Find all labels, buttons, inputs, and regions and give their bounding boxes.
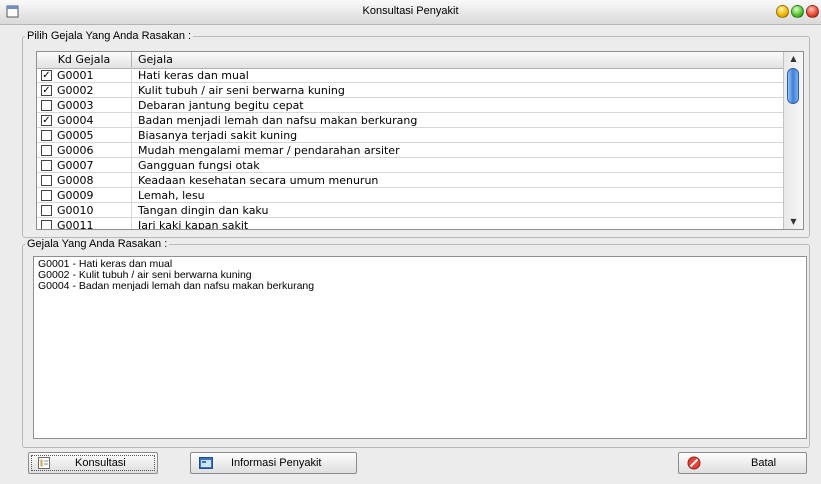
gejala-text: Tangan dingin dan kaku (138, 204, 269, 217)
gejala-text: Jari kaki kapan sakit (138, 219, 249, 230)
kd-gejala-cell: ✓ G0002 (37, 83, 132, 98)
scroll-down-arrow-icon[interactable]: ▼ (784, 215, 803, 229)
window-title: Konsultasi Penyakit (362, 5, 459, 17)
kd-gejala-text: G0007 (57, 159, 94, 172)
clipboard-icon (38, 457, 50, 469)
gejala-text: Debaran jantung begitu cepat (138, 99, 304, 112)
vertical-scrollbar[interactable]: ▲ ▼ (783, 52, 803, 229)
symptom-checkbox[interactable] (41, 160, 52, 171)
table-row[interactable]: G0003 Debaran jantung begitu cepat (37, 98, 785, 113)
gejala-text: Mudah mengalami memar / pendarahan arsit… (138, 144, 400, 157)
gejala-text: Hati keras dan mual (138, 69, 249, 82)
cancel-icon (687, 456, 701, 470)
table-header: Kd Gejala Gejala (37, 52, 785, 69)
symptom-table: Kd Gejala Gejala ✓ G0001 Hati keras dan mu… (36, 51, 804, 230)
symptom-checkbox[interactable] (41, 220, 52, 229)
gejala-text: Lemah, lesu (138, 189, 205, 202)
table-row[interactable]: G0008 Keadaan kesehatan secara umum menur… (37, 173, 785, 188)
table-row[interactable]: G0009 Lemah, lesu (37, 188, 785, 203)
batal-label: Batal (751, 457, 777, 469)
gejala-text: Biasanya terjadi sakit kuning (138, 129, 298, 142)
info-window-icon (199, 457, 213, 469)
gejala-text: Kulit tubuh / air seni berwarna kuning (138, 84, 345, 97)
symptom-checkbox[interactable] (41, 100, 52, 111)
kd-gejala-text: G0003 (57, 99, 94, 112)
kd-gejala-cell: G0003 (37, 98, 132, 113)
informasi-penyakit-button[interactable]: Informasi Penyakit (190, 452, 357, 474)
kd-gejala-cell: G0011 (37, 218, 132, 230)
column-header-kd-gejala[interactable]: Kd Gejala (37, 52, 132, 68)
kd-gejala-text: G0004 (57, 114, 94, 127)
minimize-button[interactable] (776, 5, 789, 18)
selected-symptoms-legend: Gejala Yang Anda Rasakan : (27, 238, 168, 250)
table-body: ✓ G0001 Hati keras dan mual ✓ G0002 Kulit tub… (37, 68, 785, 230)
symptom-checkbox[interactable]: ✓ (41, 70, 52, 81)
kd-gejala-cell: ✓ G0004 (37, 113, 132, 128)
kd-gejala-cell: G0007 (37, 158, 132, 173)
konsultasi-button[interactable]: Konsultasi (28, 452, 158, 474)
kd-gejala-text: G0008 (57, 174, 94, 187)
kd-gejala-text: G0001 (57, 69, 94, 82)
symptom-checkbox[interactable]: ✓ (41, 115, 52, 126)
symptom-checkbox[interactable]: ✓ (41, 85, 52, 96)
column-header-gejala[interactable]: Gejala (132, 52, 785, 68)
table-row[interactable]: G0005 Biasanya terjadi sakit kuning (37, 128, 785, 143)
table-row[interactable]: G0006 Mudah mengalami memar / pendarahan … (37, 143, 785, 158)
konsultasi-label: Konsultasi (75, 457, 126, 469)
symptom-checkbox[interactable] (41, 190, 52, 201)
kd-gejala-text: G0009 (57, 189, 94, 202)
symptom-checkbox[interactable] (41, 130, 52, 141)
selected-symptoms-textarea[interactable]: G0001 - Hati keras dan mual G0002 - Kulit… (33, 256, 807, 439)
table-row[interactable]: ✓ G0001 Hati keras dan mual (37, 68, 785, 83)
gejala-text: Gangguan fungsi otak (138, 159, 260, 172)
kd-gejala-cell: G0005 (37, 128, 132, 143)
batal-button[interactable]: Batal (678, 452, 807, 474)
kd-gejala-cell: G0009 (37, 188, 132, 203)
kd-gejala-text: G0006 (57, 144, 94, 157)
table-row[interactable]: ✓ G0002 Kulit tubuh / air seni berwarna ku… (37, 83, 785, 98)
maximize-button[interactable] (791, 5, 804, 18)
informasi-penyakit-label: Informasi Penyakit (231, 457, 322, 469)
title-bar: Konsultasi Penyakit (0, 0, 821, 25)
symptom-checkbox[interactable] (41, 175, 52, 186)
kd-gejala-cell: G0008 (37, 173, 132, 188)
kd-gejala-text: G0010 (57, 204, 94, 217)
scroll-up-arrow-icon[interactable]: ▲ (784, 52, 803, 66)
close-button[interactable] (806, 5, 819, 18)
symptom-select-legend: Pilih Gejala Yang Anda Rasakan : (27, 30, 192, 42)
gejala-text: Badan menjadi lemah dan nafsu makan berk… (138, 114, 418, 127)
scroll-thumb[interactable] (787, 68, 799, 104)
gejala-text: Keadaan kesehatan secara umum menurun (138, 174, 379, 187)
symptom-checkbox[interactable] (41, 145, 52, 156)
kd-gejala-cell: G0010 (37, 203, 132, 218)
kd-gejala-text: G0002 (57, 84, 94, 97)
kd-gejala-text: G0005 (57, 129, 94, 142)
table-row[interactable]: G0011 Jari kaki kapan sakit (37, 218, 785, 230)
kd-gejala-cell: G0006 (37, 143, 132, 158)
kd-gejala-cell: ✓ G0001 (37, 68, 132, 83)
selected-symptom-line: G0004 - Badan menjadi lemah dan nafsu ma… (38, 280, 315, 292)
kd-gejala-text: G0011 (57, 219, 94, 230)
symptom-checkbox[interactable] (41, 205, 52, 216)
table-row[interactable]: ✓ G0004 Badan menjadi lemah dan nafsu maka… (37, 113, 785, 128)
table-row[interactable]: G0010 Tangan dingin dan kaku (37, 203, 785, 218)
table-row[interactable]: G0007 Gangguan fungsi otak (37, 158, 785, 173)
